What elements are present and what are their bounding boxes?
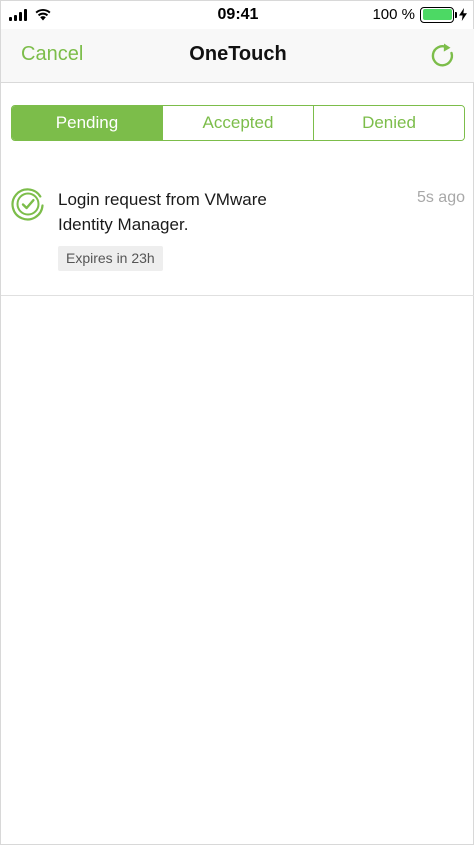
expiry-badge: Expires in 23h [58, 246, 163, 271]
tab-accepted[interactable]: Accepted [162, 106, 313, 140]
cancel-button[interactable]: Cancel [21, 43, 83, 66]
navigation-bar: Cancel OneTouch [1, 29, 474, 83]
approved-check-icon [11, 188, 44, 221]
request-timestamp: 5s ago [416, 189, 465, 206]
tab-denied[interactable]: Denied [313, 106, 464, 140]
battery-percent: 100 % [372, 6, 415, 23]
status-right: 100 % [372, 6, 467, 23]
tab-pending[interactable]: Pending [12, 106, 162, 140]
refresh-icon[interactable] [429, 42, 457, 70]
charging-bolt-icon [459, 8, 467, 21]
status-bar: 09:41 100 % [1, 1, 474, 29]
status-tabs: Pending Accepted Denied [11, 105, 465, 141]
phone-screen: 09:41 100 % Cancel OneTouch Pending Acce… [0, 0, 474, 845]
request-list-item[interactable]: Login request from VMware Identity Manag… [1, 169, 474, 296]
battery-fill [422, 9, 452, 20]
battery-icon [420, 6, 457, 23]
request-message: Login request from VMware Identity Manag… [58, 190, 267, 234]
